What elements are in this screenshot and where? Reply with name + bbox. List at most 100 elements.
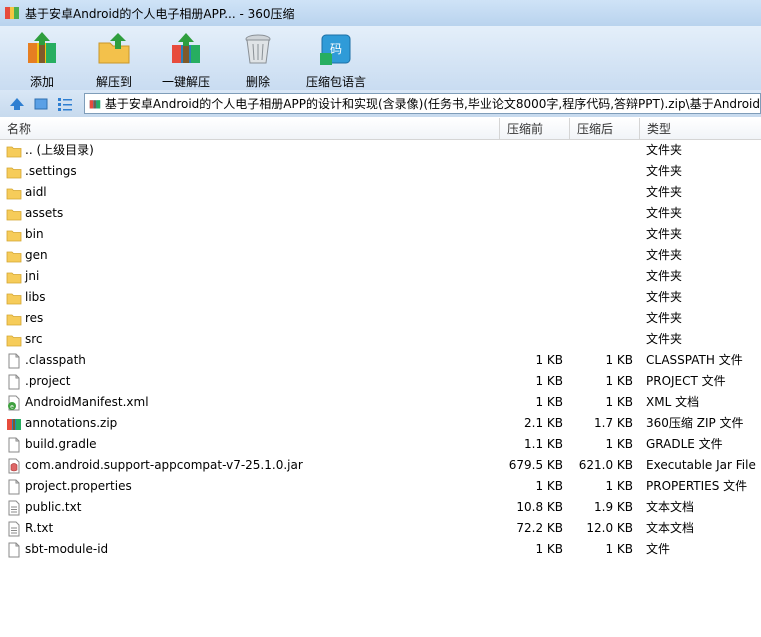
file-name: build.gradle	[25, 437, 97, 451]
file-name-cell: bin	[0, 224, 500, 245]
file-row[interactable]: .. (上级目录) 文件夹	[0, 140, 761, 161]
file-row[interactable]: .settings 文件夹	[0, 161, 761, 182]
file-type: 文本文档	[646, 500, 695, 514]
file-row[interactable]: libs 文件夹	[0, 287, 761, 308]
compressed-size: 1 KB	[605, 395, 633, 409]
original-size	[500, 266, 570, 287]
original-size	[500, 224, 570, 245]
file-row[interactable]: public.txt 10.8 KB 1.9 KB 文本文档	[0, 497, 761, 518]
folder-icon	[6, 272, 22, 283]
file-type: 文件夹	[646, 227, 683, 241]
file-name-cell: aidl	[0, 182, 500, 203]
one-click-extract-button[interactable]: 一键解压	[150, 26, 222, 90]
file-row[interactable]: e AndroidManifest.xml 1 KB 1 KB XML 文档	[0, 392, 761, 413]
original-size	[500, 245, 570, 266]
extract-to-button[interactable]: 解压到	[78, 26, 150, 90]
up-button[interactable]	[6, 93, 28, 115]
file-name: sbt-module-id	[25, 542, 109, 556]
archive-language-button[interactable]: 码 压缩包语言	[294, 26, 378, 90]
original-size: 1 KB	[535, 542, 563, 556]
file-name: src	[25, 332, 43, 346]
file-name-cell: jni	[0, 266, 500, 287]
original-size: 10.8 KB	[516, 500, 563, 514]
file-row[interactable]: res 文件夹	[0, 308, 761, 329]
jar-file-icon	[8, 458, 20, 473]
file-type: 文件夹	[646, 311, 683, 325]
file-type: 文件夹	[646, 185, 683, 199]
file-name-cell: public.txt	[0, 497, 500, 518]
delete-button[interactable]: 删除	[222, 26, 294, 90]
compressed-size	[570, 266, 640, 287]
compressed-size: 1 KB	[605, 479, 633, 493]
file-row[interactable]: annotations.zip 2.1 KB 1.7 KB 360压缩 ZIP 文件	[0, 413, 761, 434]
thumbnail-view-button[interactable]	[30, 93, 52, 115]
archive-language-icon: 码	[320, 34, 351, 65]
column-header-type[interactable]: 类型	[640, 118, 761, 140]
file-name: com.android.support-appcompat-v7-25.1.0.…	[25, 458, 303, 472]
file-name: bin	[25, 227, 44, 241]
file-name-cell: sbt-module-id	[0, 539, 500, 560]
zip-archive-icon	[89, 99, 101, 108]
compressed-size	[570, 245, 640, 266]
file-name: .. (上级目录)	[25, 143, 94, 157]
file-row[interactable]: build.gradle 1.1 KB 1 KB GRADLE 文件	[0, 434, 761, 455]
folder-icon	[6, 251, 22, 262]
file-name-cell: .settings	[0, 161, 500, 182]
file-row[interactable]: jni 文件夹	[0, 266, 761, 287]
list-view-button[interactable]	[54, 93, 76, 115]
file-name-cell: .project	[0, 371, 500, 392]
column-header-name[interactable]: 名称	[0, 118, 500, 140]
folder-icon	[6, 167, 22, 178]
delete-icon	[245, 34, 271, 64]
file-row[interactable]: .classpath 1 KB 1 KB CLASSPATH 文件	[0, 350, 761, 371]
file-icon	[8, 353, 20, 368]
extract-to-button-label: 解压到	[95, 75, 132, 89]
file-icon	[8, 437, 20, 452]
file-type: 360压缩 ZIP 文件	[646, 416, 744, 430]
folder-icon	[6, 230, 22, 241]
folder-icon	[6, 209, 22, 220]
address-bar: 基于安卓Android的个人电子相册APP的设计和实现(含录像)(任务书,毕业论…	[0, 90, 761, 117]
file-row[interactable]: bin 文件夹	[0, 224, 761, 245]
compressed-size	[570, 224, 640, 245]
compressed-size	[570, 329, 640, 350]
file-type: 文本文档	[646, 521, 695, 535]
compressed-size	[570, 182, 640, 203]
column-header-compressed-size[interactable]: 压缩后	[570, 118, 640, 140]
file-row[interactable]: .project 1 KB 1 KB PROJECT 文件	[0, 371, 761, 392]
file-name-cell: annotations.zip	[0, 413, 500, 434]
file-row[interactable]: R.txt 72.2 KB 12.0 KB 文本文档	[0, 518, 761, 539]
title-bar: 基于安卓Android的个人电子相册APP... - 360压缩	[0, 0, 761, 26]
path-field[interactable]: 基于安卓Android的个人电子相册APP的设计和实现(含录像)(任务书,毕业论…	[84, 93, 761, 114]
original-size: 679.5 KB	[508, 458, 563, 472]
file-row[interactable]: gen 文件夹	[0, 245, 761, 266]
svg-text:e: e	[10, 403, 14, 410]
file-type: PROPERTIES 文件	[646, 479, 748, 493]
thumbnail-view-icon	[34, 98, 48, 109]
file-icon	[8, 374, 20, 389]
file-row[interactable]: com.android.support-appcompat-v7-25.1.0.…	[0, 455, 761, 476]
compressed-size	[570, 308, 640, 329]
file-row[interactable]: sbt-module-id 1 KB 1 KB 文件	[0, 539, 761, 560]
file-row[interactable]: assets 文件夹	[0, 203, 761, 224]
file-type: Executable Jar File	[646, 458, 756, 472]
extract-to-icon	[98, 33, 130, 64]
original-size	[500, 203, 570, 224]
add-button[interactable]: 添加	[6, 26, 78, 90]
file-name-cell: build.gradle	[0, 434, 500, 455]
column-header-original-size[interactable]: 压缩前	[500, 118, 570, 140]
file-name: libs	[25, 290, 46, 304]
file-name: jni	[25, 269, 40, 283]
one-click-extract-icon	[172, 33, 200, 63]
file-row[interactable]: src 文件夹	[0, 329, 761, 350]
compressed-size: 1 KB	[605, 353, 633, 367]
original-size: 1 KB	[535, 395, 563, 409]
original-size	[500, 329, 570, 350]
file-row[interactable]: project.properties 1 KB 1 KB PROPERTIES 文件	[0, 476, 761, 497]
file-type: 文件夹	[646, 164, 683, 178]
original-size: 2.1 KB	[524, 416, 563, 430]
zip-file-icon	[7, 418, 21, 430]
folder-icon	[6, 314, 22, 325]
360zip-app-icon	[5, 7, 19, 19]
file-row[interactable]: aidl 文件夹	[0, 182, 761, 203]
